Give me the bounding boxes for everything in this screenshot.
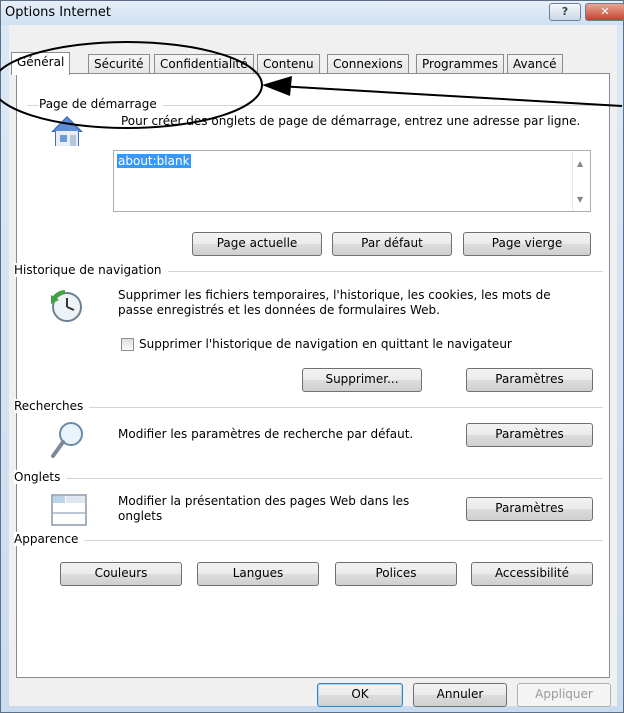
window-title: Options Internet <box>5 5 111 20</box>
languages-button[interactable]: Langues <box>197 562 319 586</box>
default-page-button[interactable]: Par défaut <box>332 232 452 256</box>
tab-general[interactable]: Général <box>11 52 71 75</box>
tabs-window-icon <box>51 494 87 526</box>
appearance-divider <box>27 540 603 541</box>
house-icon <box>51 116 83 146</box>
homepage-scrollbar[interactable]: ▲ ▼ <box>572 151 590 211</box>
delete-history-button[interactable]: Supprimer... <box>302 368 422 392</box>
tab-privacy[interactable]: Confidentialité <box>154 54 254 74</box>
general-panel: Page de démarrage Pour créer des onglets… <box>14 73 610 678</box>
close-button[interactable]: ✕ <box>585 3 624 21</box>
dialog-client: Général Sécurité Confidentialité Contenu… <box>9 25 617 707</box>
accessibility-button[interactable]: Accessibilité <box>471 562 593 586</box>
apply-button[interactable]: Appliquer <box>517 683 611 707</box>
history-description: Supprimer les fichiers temporaires, l'hi… <box>118 288 551 317</box>
colors-button[interactable]: Couleurs <box>60 562 182 586</box>
tab-security[interactable]: Sécurité <box>88 54 150 74</box>
delete-on-exit-label: Supprimer l'historique de navigation en … <box>139 337 512 351</box>
search-description: Modifier les paramètres de recherche par… <box>118 427 414 441</box>
tab-advanced[interactable]: Avancé <box>507 54 563 74</box>
fonts-button[interactable]: Polices <box>335 562 457 586</box>
delete-on-exit-checkbox[interactable] <box>121 338 134 351</box>
homepage-group-label: Page de démarrage <box>39 97 163 111</box>
tab-connections[interactable]: Connexions <box>327 54 409 74</box>
tabs-settings-button[interactable]: Paramètres <box>466 497 593 521</box>
tabs-divider <box>27 478 603 479</box>
history-group-label: Historique de navigation <box>14 263 168 277</box>
tab-strip: Général Sécurité Confidentialité Contenu… <box>9 52 609 75</box>
tab-programs[interactable]: Programmes <box>416 54 504 74</box>
history-clock-icon <box>51 290 82 322</box>
history-settings-button[interactable]: Paramètres <box>466 368 593 392</box>
tabs-group-label: Onglets <box>14 470 67 484</box>
tab-content[interactable]: Contenu <box>257 54 320 74</box>
title-bar[interactable]: Options Internet ? ✕ <box>1 1 624 25</box>
appearance-group-label: Apparence <box>14 532 85 546</box>
current-page-button[interactable]: Page actuelle <box>192 232 322 256</box>
search-group-label: Recherches <box>14 399 90 413</box>
search-divider <box>27 407 603 408</box>
search-settings-button[interactable]: Paramètres <box>466 423 593 447</box>
magnifier-icon <box>51 422 83 458</box>
options-internet-window: Options Internet ? ✕ Général Sécurité Co… <box>0 0 624 713</box>
scroll-down-arrow[interactable]: ▼ <box>577 195 583 204</box>
ok-button[interactable]: OK <box>317 683 403 707</box>
homepage-description: Pour créer des onglets de page de démarr… <box>121 114 581 128</box>
homepage-value: about:blank <box>117 154 191 168</box>
homepage-textarea[interactable]: about:blank ▲ ▼ <box>113 150 591 212</box>
tabs-description: Modifier la présentation des pages Web d… <box>118 494 410 523</box>
blank-page-button[interactable]: Page vierge <box>463 232 591 256</box>
help-button[interactable]: ? <box>549 3 581 21</box>
scroll-up-arrow[interactable]: ▲ <box>577 159 583 168</box>
cancel-button[interactable]: Annuler <box>413 683 507 707</box>
